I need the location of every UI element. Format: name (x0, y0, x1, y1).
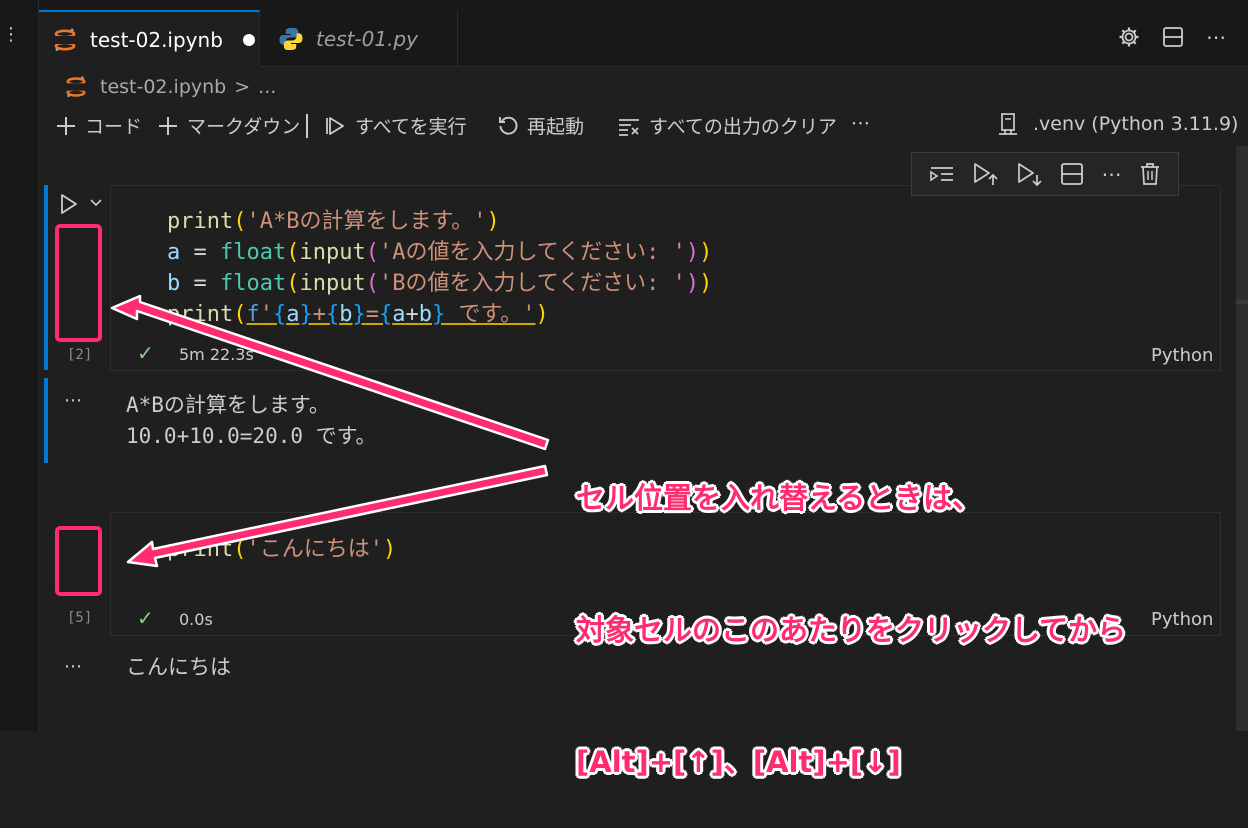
success-check-icon: ✓ (137, 341, 154, 365)
run-all-button[interactable]: すべてを実行 (325, 112, 467, 139)
run-all-icon (326, 116, 344, 135)
highlight-box (55, 224, 102, 342)
execute-above-icon[interactable] (929, 162, 955, 186)
add-markdown-button[interactable]: マークダウン (157, 112, 300, 139)
restart-icon (499, 116, 518, 135)
editor-actions: ⋯ (1118, 26, 1226, 48)
execution-time: 0.0s (179, 610, 213, 629)
notebook-toolbar: コード マークダウン すべてを実行 再起動 すべての出力のクリア ⋯ .venv… (39, 106, 1248, 146)
breadcrumb[interactable]: test-02.ipynb > ... (64, 73, 276, 101)
breadcrumb-more[interactable]: ... (258, 76, 276, 98)
cell-focus-indicator[interactable] (44, 185, 48, 370)
tab-label: test-01.py (316, 26, 418, 51)
split-cell-icon[interactable] (1060, 162, 1084, 186)
kernel-icon (999, 113, 1017, 135)
toolbar-divider (306, 114, 308, 138)
code-line-1[interactable]: print('こんにちは') (167, 534, 396, 565)
tab-label: test-02.ipynb (90, 27, 223, 52)
tab-test-02[interactable]: test-02.ipynb (39, 10, 260, 67)
run-below-icon[interactable] (1016, 161, 1042, 187)
output-line: こんにちは (126, 655, 231, 679)
clear-outputs-button[interactable]: すべての出力のクリア (617, 112, 837, 139)
output-more-icon[interactable]: ⋯ (64, 390, 83, 411)
plus-icon (57, 116, 75, 135)
trash-icon[interactable] (1139, 162, 1161, 186)
unsaved-dot-icon[interactable] (242, 33, 255, 46)
code-line-1[interactable]: print('A*Bの計算をします。') (167, 206, 500, 237)
code-line-2[interactable]: a = float(input('Aの値を入力してください: ')) (167, 237, 712, 268)
output-line: 10.0+10.0=20.0 です。 (126, 424, 377, 448)
toolbar-more-button[interactable]: ⋯ (851, 112, 870, 134)
jupyter-icon (54, 28, 76, 51)
split-editor-icon[interactable] (1162, 26, 1184, 48)
highlight-box (55, 526, 102, 596)
success-check-icon: ✓ (137, 606, 154, 630)
add-markdown-label: マークダウン (187, 116, 301, 138)
cell-language[interactable]: Python (1151, 609, 1213, 630)
python-icon (279, 27, 303, 50)
editor-tab-bar: test-02.ipynb test-01.py ⋯ (39, 0, 1248, 67)
scrollbar-thumb[interactable] (1236, 146, 1248, 731)
restart-label: 再起動 (527, 116, 585, 138)
add-code-button[interactable]: コード (55, 112, 142, 139)
breadcrumb-file[interactable]: test-02.ipynb (100, 76, 226, 98)
tab-test-01[interactable]: test-01.py (260, 10, 458, 67)
execution-count: [5] (67, 610, 93, 626)
add-code-label: コード (85, 116, 143, 138)
gear-icon[interactable] (1118, 26, 1140, 48)
run-all-label: すべてを実行 (355, 116, 467, 138)
more-actions-icon[interactable]: ⋯ (1206, 27, 1226, 47)
run-above-icon[interactable] (972, 161, 999, 187)
more-icon[interactable]: ⋮ (2, 26, 20, 44)
more-icon: ⋯ (851, 112, 870, 134)
code-line-3[interactable]: b = float(input('Bの値を入力してください: ')) (167, 268, 712, 299)
execution-count: [2] (67, 347, 93, 363)
annotation-line: [Alt]+[↑]、[Alt]+[↓] (576, 745, 901, 779)
kernel-picker[interactable]: .venv (Python 3.11.9) (997, 112, 1238, 136)
output-more-icon[interactable]: ⋯ (64, 656, 83, 677)
scrollbar-marker (1236, 300, 1248, 304)
annotation-callout: セル位置を入れ替えるときは、 対象セルのこのあたりをクリックしてから [Alt]… (576, 388, 1126, 828)
cell-more-icon[interactable]: ⋯ (1101, 162, 1121, 186)
run-cell-icon[interactable] (58, 193, 80, 215)
cell-toolbar: ⋯ (911, 152, 1179, 196)
side-panel-edge (0, 0, 39, 731)
output-focus-indicator (44, 378, 48, 463)
plus-icon (159, 116, 177, 135)
annotation-line: 対象セルのこのあたりをクリックしてから (576, 613, 1127, 647)
clear-outputs-label: すべての出力のクリア (649, 116, 837, 138)
execution-time: 5m 22.3s (179, 345, 254, 364)
kernel-label: .venv (Python 3.11.9) (1033, 113, 1239, 135)
chevron-down-icon[interactable] (89, 196, 103, 210)
cell-language[interactable]: Python (1151, 345, 1213, 366)
breadcrumb-separator: > (234, 76, 251, 98)
jupyter-icon (65, 76, 87, 98)
code-line-4[interactable]: print(f'{a}+{b}={a+b} です。') (167, 299, 549, 330)
restart-button[interactable]: 再起動 (497, 112, 584, 139)
annotation-line: セル位置を入れ替えるときは、 (576, 481, 982, 515)
clear-all-icon (619, 118, 639, 136)
output-line: A*Bの計算をします。 (126, 393, 330, 417)
